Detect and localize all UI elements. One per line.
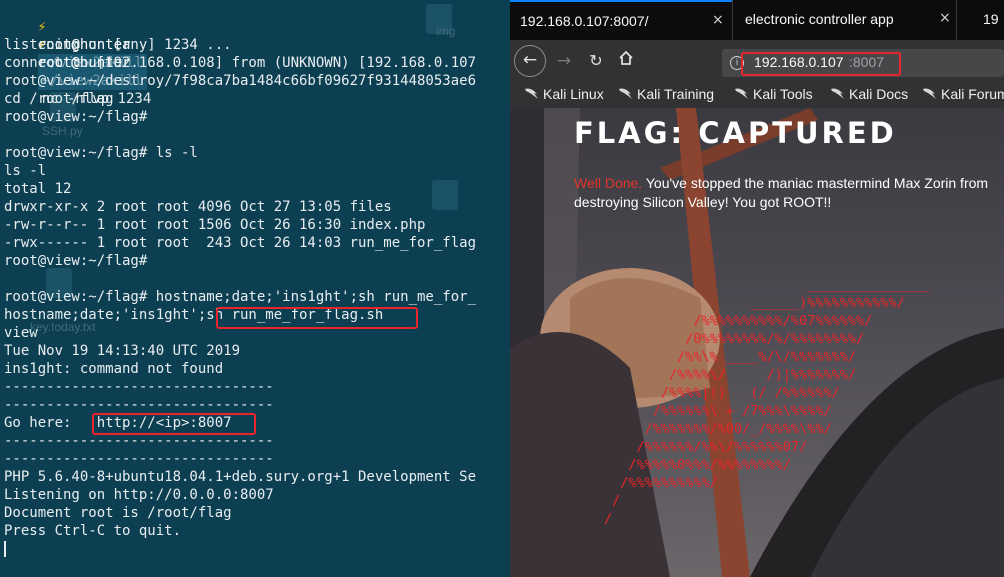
ascii-art-line: /0%%%%%%%%/%/%%%%%%%%/: [604, 331, 865, 347]
page-content: FLAG: CAPTURED Well Done. You've stopped…: [510, 108, 1004, 577]
bookmark-kali-forums[interactable]: Kali Forums: [922, 86, 1004, 106]
terminal-output-line: Press Ctrl-C to quit.: [4, 523, 182, 539]
terminal-output-line: root@view:~/destroy/7f98ca7ba1484c66bf09…: [4, 73, 477, 89]
prompt-line-1: ⚡ root@hunter ~/view2akill: [4, 0, 147, 72]
flag-message: Well Done. You've stopped the maniac mas…: [574, 174, 994, 212]
page-title: FLAG: CAPTURED: [574, 116, 897, 150]
terminal-output-line: --------------------------------: [4, 451, 274, 467]
desktop-gear-icon: [432, 180, 458, 210]
bookmark-label: Kali Tools: [753, 86, 813, 102]
reload-button[interactable]: ↻: [586, 51, 606, 70]
ascii-art-line: /%%%%%%%%%%/: [604, 475, 718, 491]
bookmark-label: Kali Docs: [849, 86, 909, 102]
kali-dragon-icon: [735, 88, 748, 99]
terminal-output-line: root@view:~/flag#: [4, 109, 148, 125]
ascii-art-line: /%%%%\/ /)|%%%%%%%/: [604, 367, 856, 383]
terminal-output-line: --------------------------------: [4, 379, 274, 395]
ascii-art-line: /%%%%%%%/%00/_/%%%%\%%/: [604, 421, 832, 437]
bookmark-label: Kali Forums: [941, 86, 1004, 102]
tab-active[interactable]: 192.168.0.107:8007/ ×: [510, 0, 732, 40]
tab-electronic-controller[interactable]: electronic controller app ×: [732, 0, 956, 40]
tab-label: 192.168.0.107:8007/: [520, 13, 649, 29]
terminal-output-line: -rw-r--r-- 1 root root 1506 Oct 26 16:30…: [4, 217, 426, 233]
bookmark-kali-linux[interactable]: Kali Linux: [524, 86, 604, 106]
ascii-art-line: /%%\% ____%/\/%%%%%%%/: [604, 349, 856, 365]
browser-window[interactable]: 192.168.0.107:8007/ × electronic control…: [510, 0, 1004, 577]
arrow-left-icon: ←: [522, 50, 538, 70]
terminal-output-line: ins1ght: command not found: [4, 361, 224, 377]
prompt-line-2: ⚡ root@hunter ~/view2akill nc -nlvp 1234: [4, 18, 151, 107]
tab-bar: 192.168.0.107:8007/ × electronic control…: [510, 0, 1004, 40]
bookmark-kali-training[interactable]: Kali Training: [618, 86, 714, 106]
forward-button[interactable]: →: [554, 51, 574, 71]
terminal-output-line: ls -l: [4, 163, 47, 179]
home-button[interactable]: [616, 50, 636, 70]
kali-dragon-icon: [525, 88, 538, 99]
terminal-output-line: root@view:~/flag#: [4, 253, 148, 269]
terminal-output-line: root@view:~/flag# ls -l: [4, 145, 198, 161]
terminal-output-line: root@view:~/flag# hostname;date;'ins1ght…: [4, 289, 477, 305]
bookmark-kali-docs[interactable]: Kali Docs: [830, 86, 908, 106]
terminal-output-line: cd /root/flag: [4, 91, 114, 107]
tab-label: electronic controller app: [745, 11, 894, 27]
desktop-label-img: img: [436, 24, 456, 38]
highlight-box-url-bar: [741, 52, 901, 76]
terminal-output-line: --------------------------------: [4, 397, 274, 413]
reload-icon: ↻: [589, 51, 603, 70]
ascii-art-line: /%%%%|() (/ /%%%%%%/: [604, 385, 840, 401]
kali-dragon-icon: [619, 88, 632, 99]
terminal-cursor: [4, 541, 6, 557]
terminal-output-line: Listening on http://0.0.0.0:8007: [4, 487, 274, 503]
kali-dragon-icon: [923, 88, 936, 99]
terminal-output-line: connect to [192.168.0.108] from (UNKNOWN…: [4, 55, 477, 71]
terminal-output-line: Tue Nov 19 14:13:40 UTC 2019: [4, 343, 241, 359]
home-icon: [619, 50, 633, 65]
ascii-art-line: /: [604, 511, 613, 527]
ascii-art-line: /%%%%%%\ + /7%%%\%%%%/: [604, 403, 832, 419]
bookmark-label: Kali Linux: [543, 86, 604, 102]
tab-label: 19: [983, 11, 999, 27]
ascii-art-line: ______)%%%%%%%%%%%/: [604, 295, 905, 311]
bookmarks-toolbar: Kali Linux Kali Training Kali Tools Kali…: [510, 84, 1004, 108]
terminal-output-line: view: [4, 325, 38, 341]
desktop-label-ssh: SSH.py: [42, 124, 83, 138]
terminal-output-line: listening on [any] 1234 ...: [4, 37, 232, 53]
terminal-output-line: PHP 5.6.40-8+ubuntu18.04.1+deb.sury.org+…: [4, 469, 477, 485]
ascii-art-line: /%%%%%%/%%\/%%%%%%07/: [604, 439, 808, 455]
terminal-output-line: Document root is /root/flag: [4, 505, 232, 521]
terminal-output-line: total 12: [4, 181, 72, 197]
terminal-window[interactable]: img SSH.py key.today.txt ⚡ root@hunter ~…: [0, 0, 510, 577]
back-button[interactable]: ←: [514, 45, 546, 77]
well-done-text: Well Done.: [574, 175, 643, 191]
highlight-box-command: [216, 307, 418, 329]
ascii-art-line: /%%%%%0%%%/%%%%%%%%/: [604, 457, 791, 473]
tab-close-icon[interactable]: ×: [712, 12, 724, 28]
bookmark-label: Kali Training: [637, 86, 715, 102]
arrow-right-icon: →: [556, 51, 572, 71]
ascii-art-line: /%%%%%%%%%%/%07%%%%%%/: [604, 313, 873, 329]
tab-close-icon[interactable]: ×: [939, 10, 951, 26]
tab-partial[interactable]: 19: [956, 0, 1004, 40]
kali-dragon-icon: [831, 88, 844, 99]
ascii-art-line: /: [604, 493, 621, 509]
bookmark-kali-tools[interactable]: Kali Tools: [734, 86, 813, 106]
highlight-box-url: [92, 413, 256, 435]
terminal-output-line: drwxr-xr-x 2 root root 4096 Oct 27 13:05…: [4, 199, 392, 215]
terminal-output-line: -rwx------ 1 root root 243 Oct 26 14:03 …: [4, 235, 477, 251]
ascii-art-line: _______________: [604, 277, 930, 293]
